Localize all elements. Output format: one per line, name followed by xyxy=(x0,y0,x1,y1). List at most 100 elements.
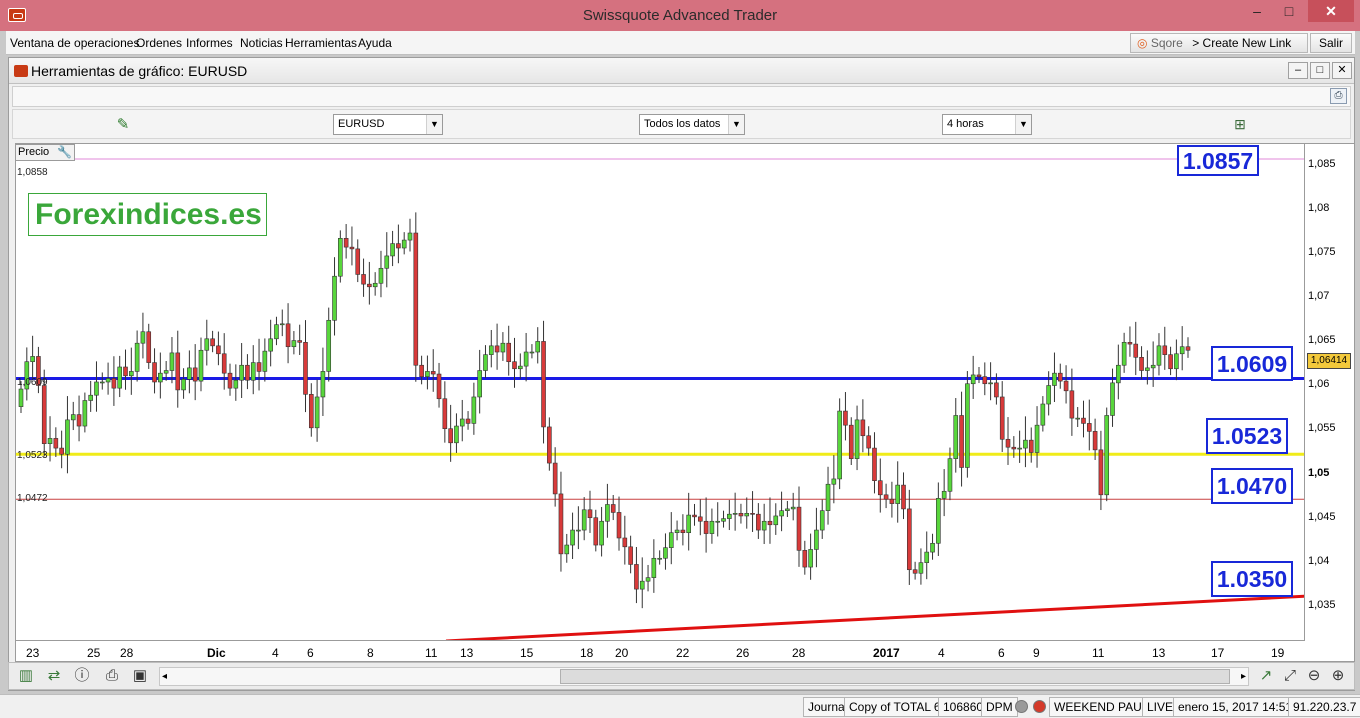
info-icon[interactable]: ⓘ xyxy=(71,666,93,686)
chart-window-title: Herramientas de gráfico: EURUSD xyxy=(31,63,248,79)
candle-body xyxy=(576,529,581,532)
candle-body xyxy=(413,232,419,366)
candle-body xyxy=(1162,345,1168,355)
swap-icon[interactable]: ⇄ xyxy=(43,666,65,686)
chevron-down-icon: ▼ xyxy=(728,115,744,134)
menu-ayuda[interactable]: Ayuda xyxy=(358,36,392,50)
save-icon[interactable]: ▣ xyxy=(129,666,151,686)
drawing-tools-icon[interactable]: ✎ xyxy=(112,114,134,135)
menu-ordenes[interactable]: Ordenes xyxy=(136,36,182,50)
candle-body xyxy=(1040,403,1046,426)
date-tick-label: 23 xyxy=(26,646,40,660)
menu-informes[interactable]: Informes xyxy=(186,36,233,50)
menu-herramientas[interactable]: Herramientas xyxy=(285,36,357,50)
minimize-button[interactable]: – xyxy=(1242,0,1272,22)
chevron-down-icon: ▼ xyxy=(426,115,442,134)
candle-body xyxy=(163,370,169,374)
chart-maximize-button[interactable]: □ xyxy=(1310,62,1330,79)
interval-value: 4 horas xyxy=(947,118,984,130)
chart-close-button[interactable]: ✕ xyxy=(1332,62,1352,79)
candle-body xyxy=(436,373,442,400)
range-select[interactable]: Todos los datos ▼ xyxy=(639,114,745,135)
candle-body xyxy=(76,414,82,427)
price-tick-label: 1,065 xyxy=(1308,334,1336,347)
date-tick-label: 18 xyxy=(580,646,594,660)
scroll-left-icon[interactable]: ◂ xyxy=(162,668,167,685)
candle-body xyxy=(727,513,732,519)
scroll-thumb[interactable] xyxy=(560,669,1230,684)
candle-body xyxy=(988,382,993,385)
exit-button[interactable]: Salir xyxy=(1310,33,1352,53)
close-button[interactable]: ✕ xyxy=(1308,0,1354,22)
zoom-in-icon[interactable]: ⊕ xyxy=(1327,666,1349,686)
zoom-out-icon[interactable]: ⊖ xyxy=(1303,666,1325,686)
candle-body xyxy=(866,435,871,449)
scroll-right-icon[interactable]: ▸ xyxy=(1241,668,1246,685)
autoscroll-icon[interactable]: ↗ xyxy=(1255,666,1277,686)
candle-body xyxy=(674,529,680,534)
candle-body xyxy=(82,400,88,427)
candle-body xyxy=(390,243,395,257)
candle-body xyxy=(297,340,302,343)
candle-body xyxy=(657,557,662,560)
fit-icon[interactable]: ⤢ xyxy=(1279,666,1301,686)
candle-body xyxy=(221,353,227,374)
candle-body xyxy=(634,564,639,590)
candle-body xyxy=(442,398,448,429)
chart-type-icon[interactable]: ▥ xyxy=(15,666,37,686)
price-tick-label: 1,05 xyxy=(1308,466,1330,479)
level-small-1: 1,0858 xyxy=(17,167,48,178)
candle-body xyxy=(581,509,587,531)
level-label-1: 1.0857 xyxy=(1177,145,1259,176)
add-indicator-icon[interactable]: ⊞ xyxy=(1229,114,1251,135)
status-datetime: enero 15, 2017 14:51 xyxy=(1173,697,1298,717)
trendline xyxy=(445,594,1304,640)
candle-body xyxy=(796,506,802,551)
candle-body xyxy=(564,544,570,555)
candle-body xyxy=(152,362,157,383)
candle-body xyxy=(384,255,390,269)
server-ip: 91.220.23.7 xyxy=(1288,697,1360,717)
chart-horizontal-scrollbar[interactable]: ◂ ▸ xyxy=(159,667,1249,686)
maximize-button[interactable]: □ xyxy=(1274,0,1304,22)
candle-body xyxy=(140,331,146,344)
candle-body xyxy=(1179,346,1185,355)
candle-body xyxy=(808,549,813,568)
candle-body xyxy=(1156,345,1162,366)
current-price-marker: 1,06414 xyxy=(1307,353,1351,369)
candle-body xyxy=(146,331,152,363)
candle-body xyxy=(216,345,221,355)
date-tick-label: 17 xyxy=(1211,646,1225,660)
candle-body xyxy=(99,381,105,384)
date-tick-label: 11 xyxy=(1092,646,1105,660)
chevron-down-icon: ▼ xyxy=(1015,115,1031,134)
candle-body xyxy=(361,274,366,285)
symbol-select[interactable]: EURUSD ▼ xyxy=(333,114,443,135)
symbol-value: EURUSD xyxy=(338,118,385,130)
candle-body xyxy=(1086,423,1092,432)
date-tick-label: 2017 xyxy=(873,646,900,660)
chart-minimize-button[interactable]: – xyxy=(1288,62,1308,79)
print-settings-icon[interactable]: ⎙ xyxy=(1330,88,1347,104)
wrench-icon[interactable]: 🔧 xyxy=(57,145,72,160)
price-panel-label[interactable]: Precio 🔧 xyxy=(15,144,75,161)
candle-body xyxy=(692,514,697,518)
price-tick-label: 1,06 xyxy=(1308,378,1330,391)
menu-ventana[interactable]: Ventana de operaciones xyxy=(10,36,139,50)
candle-body xyxy=(198,349,204,382)
candle-body xyxy=(1092,431,1098,451)
candle-body xyxy=(117,366,123,389)
print-icon[interactable]: ⎙ xyxy=(101,666,123,686)
menu-noticias[interactable]: Noticias xyxy=(240,36,283,50)
candle-body xyxy=(616,512,622,539)
date-tick-label: 26 xyxy=(736,646,750,660)
precio-label: Precio xyxy=(18,146,50,158)
candle-body xyxy=(494,345,500,353)
candle-body xyxy=(500,342,506,353)
candle-body xyxy=(872,447,877,482)
create-link-button[interactable]: ◎ Sqore > Create New Link xyxy=(1130,33,1308,53)
candle-body xyxy=(1028,439,1034,453)
candle-body xyxy=(506,342,512,363)
candle-body xyxy=(1139,357,1144,371)
interval-select[interactable]: 4 horas ▼ xyxy=(942,114,1032,135)
